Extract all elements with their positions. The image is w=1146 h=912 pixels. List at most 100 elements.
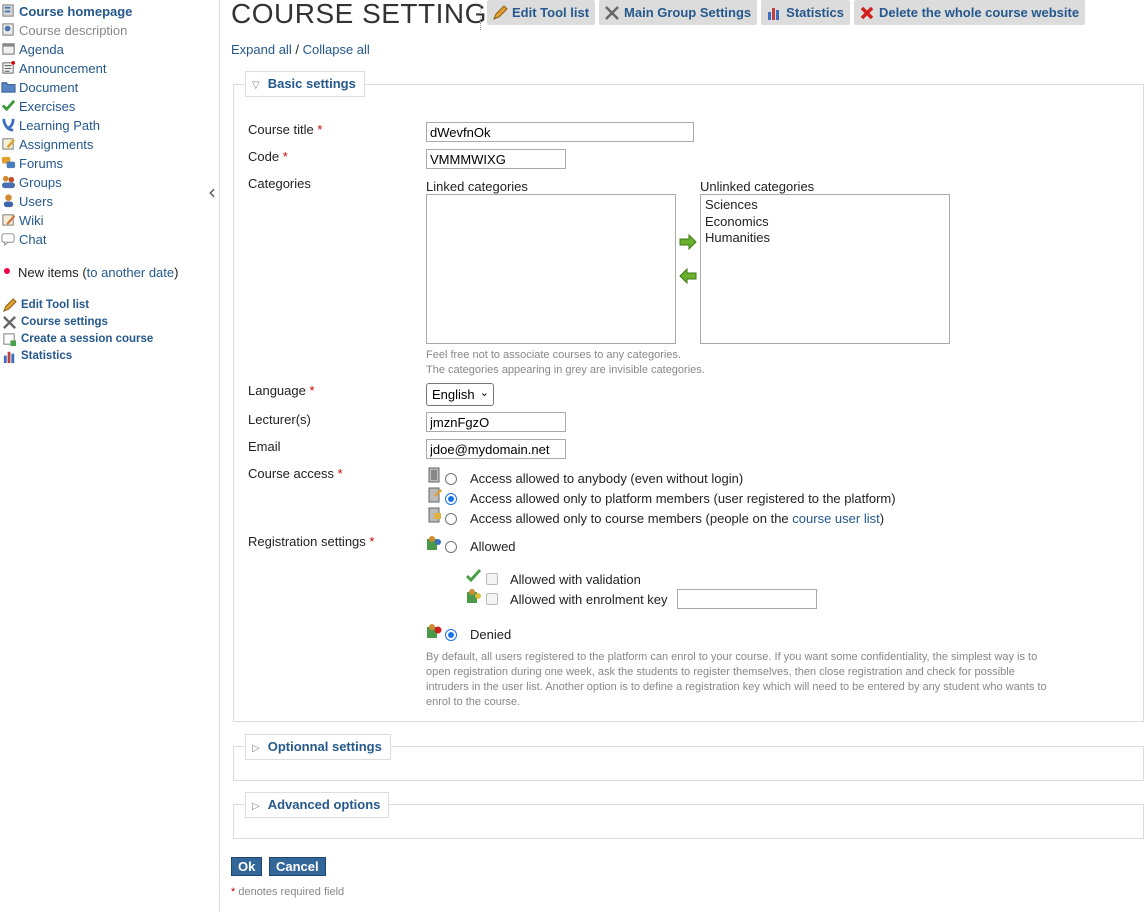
registration-allowed-label: Allowed — [470, 539, 516, 554]
sidebar-item-announcement[interactable]: Announcement — [0, 59, 219, 78]
announcement-icon — [2, 60, 16, 74]
unlinked-categories-list[interactable]: Sciences Economics Humanities — [700, 194, 950, 344]
course-title-label: Course title * — [248, 122, 323, 137]
language-label: Language * — [248, 383, 315, 398]
access-platform-radio[interactable] — [445, 493, 457, 505]
lecturers-input[interactable] — [426, 412, 566, 432]
collapse-all-link[interactable]: Collapse all — [303, 42, 370, 57]
registration-allowed-radio[interactable] — [445, 541, 457, 553]
list-item[interactable]: Humanities — [701, 230, 949, 247]
expand-all-link[interactable]: Expand all — [231, 42, 292, 57]
sidebar-item-agenda[interactable]: Agenda — [0, 40, 219, 59]
collapse-sidebar-icon[interactable]: ‹ — [208, 180, 216, 204]
lecturers-label: Lecturer(s) — [248, 412, 311, 427]
to-another-date-link[interactable]: to another date — [87, 265, 174, 280]
sidebar-item-chat[interactable]: Chat — [0, 230, 219, 249]
sidebar-item-assignments[interactable]: Assignments — [0, 135, 219, 154]
check-icon — [1, 99, 16, 112]
sidebar-item-users[interactable]: Users — [0, 192, 219, 211]
expand-collapse: Expand all / Collapse all — [231, 42, 370, 57]
pencil-icon — [493, 4, 508, 20]
sidebar-item-document[interactable]: Document — [0, 78, 219, 97]
assignment-icon — [2, 138, 16, 150]
ok-button[interactable]: Ok — [231, 857, 263, 876]
statistics-button[interactable]: Statistics — [761, 0, 850, 25]
allowed-with-validation-label: Allowed with validation — [510, 572, 641, 587]
title-divider — [480, 4, 481, 30]
course-title-input[interactable] — [426, 122, 694, 142]
admin-edit-tool-list[interactable]: Edit Tool list — [0, 297, 153, 314]
advanced-options-legend[interactable]: ▷ Advanced options — [245, 792, 390, 818]
arrow-right-icon[interactable] — [679, 234, 697, 250]
email-label: Email — [248, 439, 281, 454]
chat-icon — [1, 233, 15, 246]
registration-allowed-icon — [427, 536, 441, 550]
arrow-left-icon[interactable] — [679, 268, 697, 284]
description-icon — [2, 23, 14, 36]
course-user-list-link[interactable]: course user list — [792, 511, 879, 526]
code-input[interactable] — [426, 149, 566, 169]
sidebar-item-course-homepage[interactable]: Course homepage — [0, 2, 219, 21]
learning-path-icon — [2, 118, 15, 132]
main-group-settings-button[interactable]: Main Group Settings — [599, 0, 758, 25]
registration-label: Registration settings * — [248, 534, 375, 549]
email-input[interactable] — [426, 439, 566, 459]
chevron-down-icon: ⌄ — [479, 386, 489, 399]
enrolment-key-input[interactable] — [677, 589, 817, 609]
categories-help: Feel free not to associate courses to an… — [426, 349, 705, 376]
delete-course-button[interactable]: Delete the whole course website — [853, 0, 1086, 25]
groups-icon — [1, 175, 16, 189]
access-course-label: Access allowed only to course members (p… — [470, 511, 885, 526]
door-open-icon — [428, 467, 440, 483]
validation-check-icon — [466, 568, 482, 583]
language-select[interactable]: English ⌄ — [426, 383, 494, 406]
categories-label: Categories — [248, 176, 311, 191]
folder-icon — [1, 82, 16, 93]
registration-denied-radio[interactable] — [445, 629, 457, 641]
session-icon — [3, 333, 17, 347]
admin-course-settings[interactable]: Course settings — [0, 314, 153, 331]
list-item[interactable]: Economics — [701, 214, 949, 231]
sidebar-item-course-description[interactable]: Course description — [0, 21, 219, 40]
allowed-with-enrolment-key-label: Allowed with enrolment key — [510, 592, 668, 607]
optional-settings-fieldset: ▷ Optionnal settings — [233, 734, 1144, 781]
access-platform-label: Access allowed only to platform members … — [470, 491, 896, 506]
advanced-options-fieldset: ▷ Advanced options — [233, 792, 1144, 839]
allowed-with-validation-checkbox[interactable] — [486, 573, 498, 585]
agenda-icon — [2, 43, 15, 55]
enrolment-key-icon — [467, 589, 481, 603]
basic-settings-legend[interactable]: ▽ Basic settings — [245, 71, 365, 97]
chart-icon — [3, 351, 15, 364]
linked-categories-list[interactable] — [426, 194, 676, 344]
admin-links: Edit Tool list Course settings Create a … — [0, 297, 153, 365]
code-label: Code * — [248, 149, 288, 164]
door-platform-icon — [428, 487, 442, 503]
linked-categories-label: Linked categories — [426, 179, 528, 194]
admin-create-session-course[interactable]: Create a session course — [0, 331, 153, 348]
access-course-radio[interactable] — [445, 513, 457, 525]
basic-settings-fieldset: ▽Basic settings Course title * Code * Ca… — [233, 71, 1144, 722]
access-open-radio[interactable] — [445, 473, 457, 485]
tool-list: Course homepage Course description Agend… — [0, 0, 219, 249]
forum-icon — [1, 156, 16, 169]
access-open-label: Access allowed to anybody (even without … — [470, 471, 744, 486]
cancel-button[interactable]: Cancel — [269, 857, 326, 876]
admin-statistics[interactable]: Statistics — [0, 348, 153, 365]
optional-settings-legend[interactable]: ▷ Optionnal settings — [245, 734, 391, 760]
triangle-right-icon: ▷ — [252, 743, 260, 754]
sidebar-item-exercises[interactable]: Exercises — [0, 97, 219, 116]
sidebar: Course homepage Course description Agend… — [0, 0, 220, 912]
wiki-icon — [2, 214, 16, 226]
sidebar-item-wiki[interactable]: Wiki — [0, 211, 219, 230]
triangle-right-icon: ▷ — [252, 801, 260, 812]
sidebar-item-forums[interactable]: Forums — [0, 154, 219, 173]
sidebar-item-groups[interactable]: Groups — [0, 173, 219, 192]
registration-denied-icon — [427, 624, 442, 638]
allowed-with-enrolment-key-checkbox[interactable] — [486, 593, 498, 605]
list-item[interactable]: Sciences — [701, 197, 949, 214]
user-icon — [3, 194, 14, 208]
sidebar-item-learning-path[interactable]: Learning Path — [0, 116, 219, 135]
triangle-down-icon: ▽ — [252, 80, 260, 91]
edit-tool-list-button[interactable]: Edit Tool list — [487, 0, 596, 25]
new-items: New items (to another date) — [4, 265, 178, 280]
